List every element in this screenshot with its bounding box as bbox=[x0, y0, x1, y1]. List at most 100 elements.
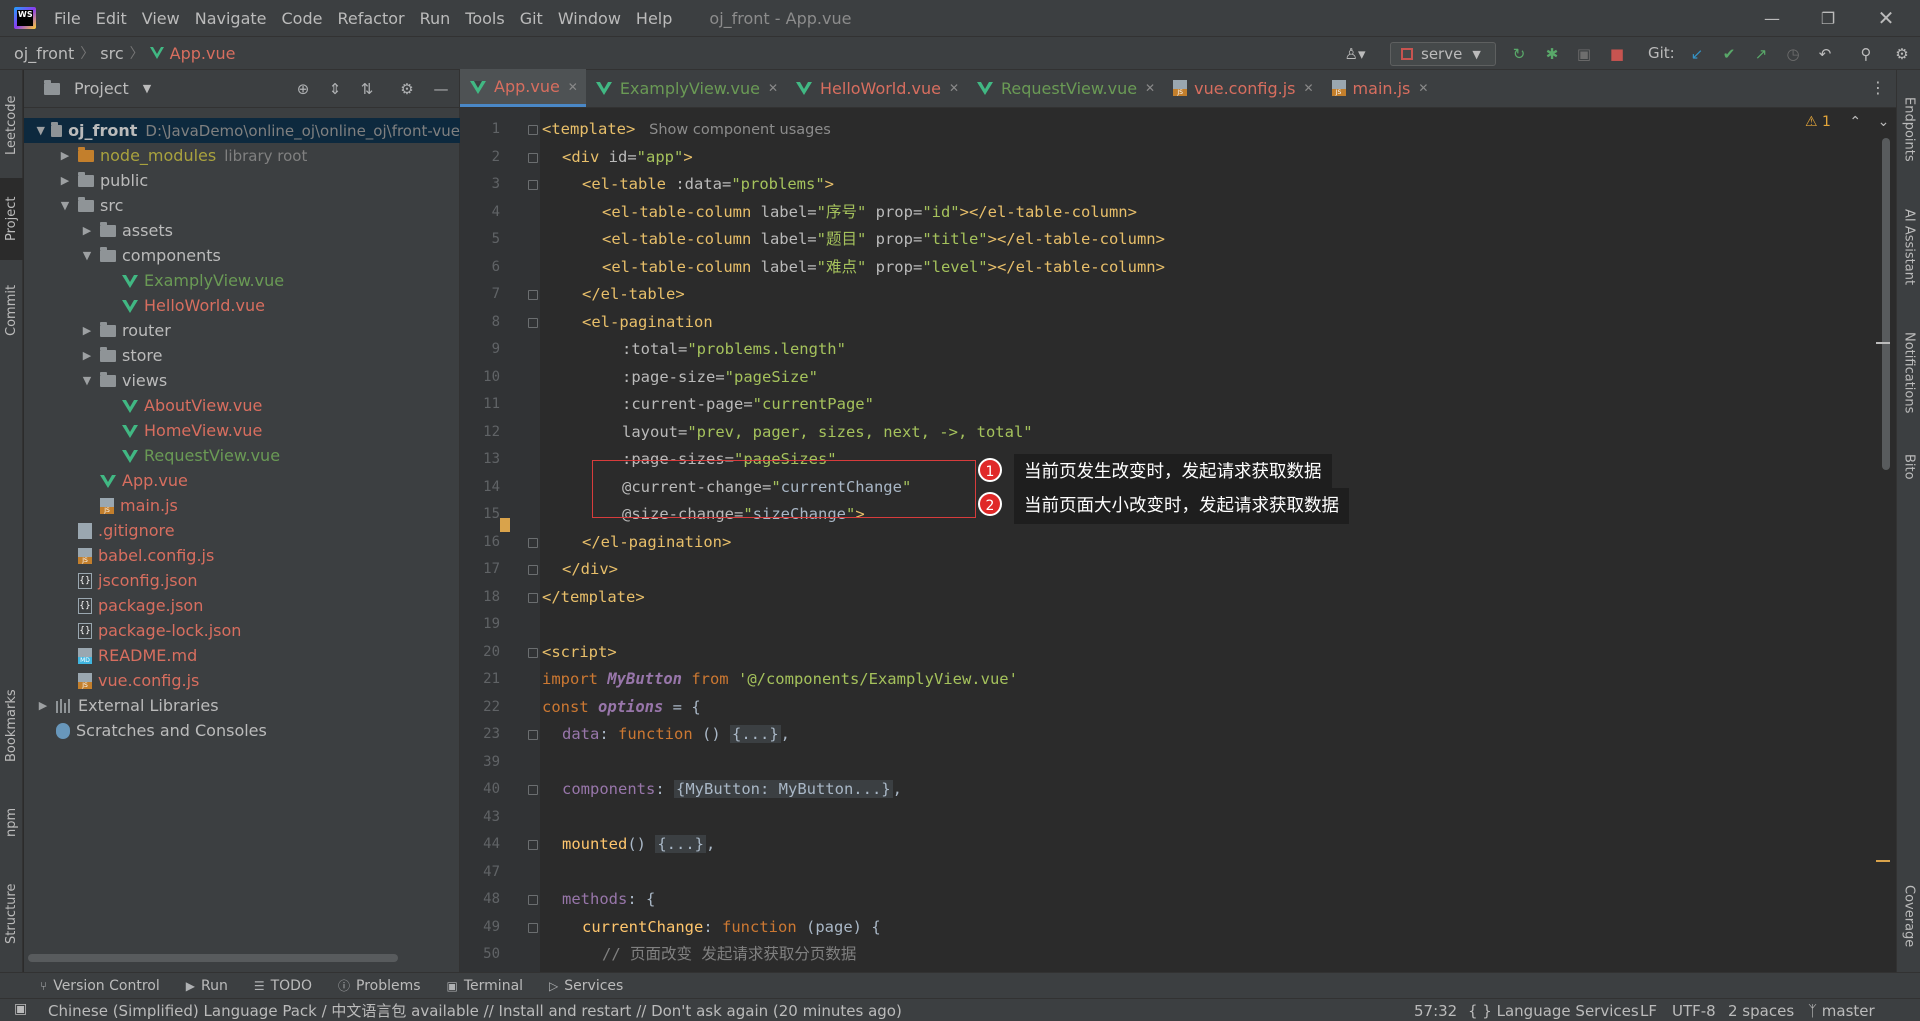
git-branch[interactable]: ᛉ master bbox=[1808, 1002, 1875, 1020]
tree-item[interactable]: HomeView.vue bbox=[24, 418, 460, 443]
tree-item[interactable]: RequestView.vue bbox=[24, 443, 460, 468]
tool-tab-ai-assistant[interactable]: AI Assistant bbox=[1897, 192, 1920, 302]
collapse-arrow-icon[interactable]: ▶ bbox=[36, 699, 50, 712]
tree-item[interactable]: ▶ router bbox=[24, 318, 460, 343]
rerun-icon[interactable]: ↻ bbox=[1510, 45, 1528, 63]
tree-item[interactable]: ▶ public bbox=[24, 168, 460, 193]
file-encoding[interactable]: UTF-8 bbox=[1672, 1002, 1716, 1020]
run-configuration-select[interactable]: serve ▼ bbox=[1390, 42, 1496, 66]
menu-file[interactable]: File bbox=[54, 9, 81, 28]
debug-icon[interactable]: ✱ bbox=[1543, 45, 1561, 63]
menu-window[interactable]: Window bbox=[558, 9, 621, 28]
tree-item[interactable]: ExamplyView.vue bbox=[24, 268, 460, 293]
hide-panel-icon[interactable]: — bbox=[432, 80, 450, 98]
tree-item[interactable]: {} package.json bbox=[24, 593, 460, 618]
tree-item[interactable]: ▼ src bbox=[24, 193, 460, 218]
menu-git[interactable]: Git bbox=[520, 9, 543, 28]
breadcrumb-src[interactable]: src bbox=[100, 44, 123, 63]
fold-marker-icon[interactable] bbox=[528, 125, 538, 135]
fold-marker-icon[interactable] bbox=[528, 152, 538, 163]
menu-refactor[interactable]: Refactor bbox=[337, 9, 404, 28]
tree-item[interactable]: ▶ store bbox=[24, 343, 460, 368]
chevron-down-icon[interactable]: ▼ bbox=[143, 82, 151, 95]
tree-item[interactable]: {} jsconfig.json bbox=[24, 568, 460, 593]
menu-edit[interactable]: Edit bbox=[96, 9, 127, 28]
restore-button[interactable]: ❐ bbox=[1800, 0, 1856, 36]
fold-marker-icon[interactable] bbox=[528, 537, 538, 548]
collapse-arrow-icon[interactable]: ▶ bbox=[80, 224, 94, 237]
tree-item[interactable]: MD README.md bbox=[24, 643, 460, 668]
tree-item[interactable]: JS vue.config.js bbox=[24, 668, 460, 693]
rollback-icon[interactable]: ↶ bbox=[1816, 45, 1834, 63]
menu-tools[interactable]: Tools bbox=[465, 9, 504, 28]
chevron-up-icon[interactable]: ⌃ bbox=[1849, 114, 1861, 130]
tree-item[interactable]: JS main.js bbox=[24, 493, 460, 518]
fold-marker-icon[interactable] bbox=[528, 317, 538, 328]
tool-tab-bito[interactable]: Bito bbox=[1897, 442, 1920, 492]
tool-tab-commit[interactable]: Commit bbox=[0, 270, 23, 350]
git-push-icon[interactable]: ↗ bbox=[1752, 45, 1770, 63]
expand-arrow-icon[interactable]: ▼ bbox=[58, 199, 72, 212]
toggle-tool-windows-icon[interactable]: ▣ bbox=[14, 1001, 27, 1017]
stop-icon[interactable]: ■ bbox=[1608, 45, 1626, 63]
settings-gear-icon[interactable]: ⚙ bbox=[398, 80, 416, 98]
history-icon[interactable]: ◷ bbox=[1784, 45, 1802, 63]
indent-setting[interactable]: 2 spaces bbox=[1728, 1002, 1794, 1020]
fold-marker-icon[interactable] bbox=[528, 922, 538, 933]
tree-item[interactable]: {} package-lock.json bbox=[24, 618, 460, 643]
editor-tab-main-js[interactable]: main.js ✕ bbox=[1322, 69, 1437, 107]
tool-tab-endpoints[interactable]: Endpoints bbox=[1897, 84, 1920, 174]
close-window-button[interactable]: ✕ bbox=[1858, 0, 1914, 36]
coverage-run-icon[interactable]: ▣ bbox=[1575, 45, 1593, 63]
tool-tab-structure[interactable]: Structure bbox=[0, 868, 23, 960]
menu-view[interactable]: View bbox=[142, 9, 180, 28]
close-tab-icon[interactable]: ✕ bbox=[568, 80, 578, 94]
fold-marker-icon[interactable] bbox=[528, 895, 538, 905]
tool-window-run[interactable]: ▶ Run bbox=[186, 978, 228, 994]
tool-tab-npm[interactable]: npm bbox=[0, 792, 23, 852]
tree-item[interactable]: ▶ node_modules library root bbox=[24, 143, 460, 168]
git-commit-icon[interactable]: ✔ bbox=[1720, 45, 1738, 63]
tree-item[interactable]: ▼ components bbox=[24, 243, 460, 268]
tree-item[interactable]: AboutView.vue bbox=[24, 393, 460, 418]
close-tab-icon[interactable]: ✕ bbox=[1145, 81, 1155, 95]
add-user-icon[interactable]: ♙▾ bbox=[1340, 45, 1370, 63]
tool-window-version-control[interactable]: ⑂ Version Control bbox=[40, 978, 160, 994]
project-panel-title[interactable]: Project bbox=[74, 79, 129, 98]
editor-tab-helloworld-vue[interactable]: HelloWorld.vue ✕ bbox=[786, 69, 967, 107]
tree-item[interactable]: App.vue bbox=[24, 468, 460, 493]
locate-file-icon[interactable]: ⊕ bbox=[294, 80, 312, 98]
fold-marker-icon[interactable] bbox=[528, 647, 538, 658]
fold-marker-icon[interactable] bbox=[528, 840, 538, 850]
fold-marker-icon[interactable] bbox=[528, 180, 538, 190]
tree-item[interactable]: .gitignore bbox=[24, 518, 460, 543]
vertical-scrollbar[interactable] bbox=[1882, 138, 1890, 470]
collapse-arrow-icon[interactable]: ▶ bbox=[58, 174, 72, 187]
tree-item[interactable]: HelloWorld.vue bbox=[24, 293, 460, 318]
tool-tab-coverage[interactable]: Coverage bbox=[1897, 876, 1920, 956]
editor-tab-requestview-vue[interactable]: RequestView.vue ✕ bbox=[967, 69, 1163, 107]
code-editor[interactable]: <template> Show component usages <div id=… bbox=[540, 108, 1896, 972]
status-message[interactable]: Chinese (Simplified) Language Pack / 中文语… bbox=[48, 1000, 902, 1021]
menu-help[interactable]: Help bbox=[636, 9, 672, 28]
bookmark-icon[interactable] bbox=[500, 518, 510, 532]
horizontal-scrollbar[interactable] bbox=[28, 954, 398, 962]
inspection-widget[interactable]: ⚠ 1 ⌃ ⌄ bbox=[1805, 114, 1889, 130]
git-update-icon[interactable]: ↙ bbox=[1688, 45, 1706, 63]
collapse-all-icon[interactable]: ⇅ bbox=[358, 80, 376, 98]
tool-tab-leetcode[interactable]: Leetcode bbox=[0, 80, 23, 170]
fold-marker-icon[interactable] bbox=[528, 730, 538, 740]
expand-arrow-icon[interactable]: ▼ bbox=[80, 374, 94, 387]
breadcrumb-file[interactable]: App.vue bbox=[170, 44, 236, 63]
minimize-button[interactable]: — bbox=[1744, 0, 1800, 36]
menu-code[interactable]: Code bbox=[282, 9, 323, 28]
tool-window-terminal[interactable]: ▣ Terminal bbox=[447, 978, 524, 994]
language-services[interactable]: { } Language Services bbox=[1468, 1002, 1639, 1020]
tree-item[interactable]: ▼ oj_front D:\JavaDemo\online_oj\online_oj… bbox=[24, 118, 460, 143]
chevron-down-icon[interactable]: ⌄ bbox=[1878, 114, 1890, 130]
collapse-arrow-icon[interactable]: ▶ bbox=[80, 349, 94, 362]
tool-window-problems[interactable]: ⓘ Problems bbox=[338, 977, 421, 994]
menu-run[interactable]: Run bbox=[420, 9, 451, 28]
editor-tab-examplyview-vue[interactable]: ExamplyView.vue ✕ bbox=[586, 69, 786, 107]
close-tab-icon[interactable]: ✕ bbox=[949, 81, 959, 95]
